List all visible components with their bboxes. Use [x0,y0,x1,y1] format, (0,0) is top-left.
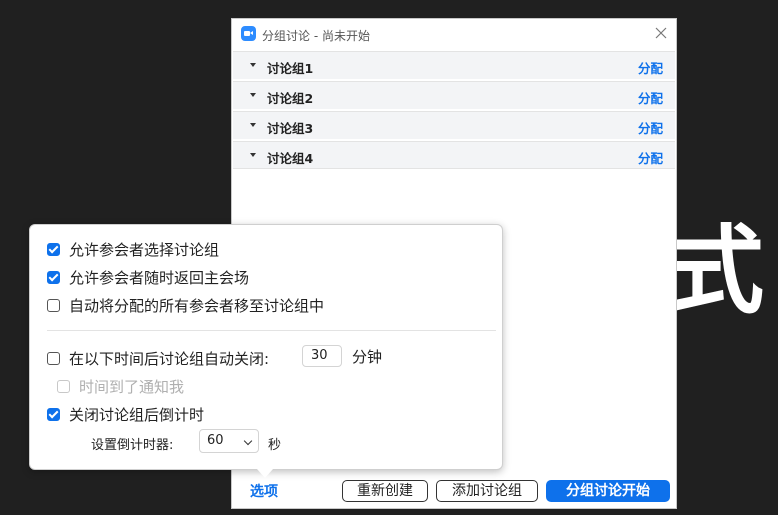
background-video-text: 式 [668,215,764,327]
recreate-button[interactable]: 重新创建 [342,480,428,502]
assign-link[interactable]: 分配 [638,88,663,107]
option-label: 允许参会者选择讨论组 [69,241,220,259]
close-minutes-input[interactable]: 30 [302,345,342,367]
assign-link[interactable]: 分配 [638,118,663,137]
checkbox-checked[interactable] [47,408,60,421]
assign-link[interactable]: 分配 [638,58,663,77]
caret-down-icon[interactable] [250,63,256,67]
group-name: 讨论组1 [267,61,314,76]
options-popup: 允许参会者选择讨论组 允许参会者随时返回主会场 自动将分配的所有参会者移至讨论组… [29,224,503,470]
chevron-down-icon [243,436,253,446]
assign-link[interactable]: 分配 [638,148,663,167]
caret-down-icon[interactable] [250,153,256,157]
divider [47,330,496,331]
close-icon[interactable] [654,26,668,40]
group-name: 讨论组4 [267,151,314,166]
timer-label: 设置倒计时器: [91,438,174,453]
timer-select[interactable]: 60 [199,429,259,453]
auto-close-option[interactable]: 在以下时间后讨论组自动关闭: [47,348,269,369]
title-bar: 分组讨论 - 尚未开始 [232,19,676,50]
seconds-unit: 秒 [268,438,282,453]
checkbox[interactable] [47,352,60,365]
group-row-4[interactable]: 讨论组4 分配 [233,141,675,169]
group-row-3[interactable]: 讨论组3 分配 [233,111,675,139]
option-label: 允许参会者随时返回主会场 [69,269,250,287]
option-label: 关闭讨论组后倒计时 [69,406,205,424]
timer-value: 60 [207,433,224,448]
checkbox[interactable] [47,299,60,312]
notify-option[interactable]: 时间到了通知我 [57,376,184,397]
group-row-1[interactable]: 讨论组1 分配 [233,51,675,79]
start-breakout-button[interactable]: 分组讨论开始 [546,480,670,502]
option-label: 自动将分配的所有参会者移至讨论组中 [69,297,325,315]
zoom-camera-icon [241,26,256,41]
group-row-2[interactable]: 讨论组2 分配 [233,81,675,109]
allow-return-option[interactable]: 允许参会者随时返回主会场 [47,267,249,288]
caret-down-icon[interactable] [250,123,256,127]
checkbox-checked[interactable] [47,243,60,256]
checkbox-checked[interactable] [47,271,60,284]
minutes-unit: 分钟 [352,348,383,366]
popup-pointer [257,469,273,478]
allow-choose-option[interactable]: 允许参会者选择讨论组 [47,239,219,260]
checkbox-disabled[interactable] [57,380,70,393]
group-name: 讨论组3 [267,121,314,136]
option-label: 在以下时间后讨论组自动关闭: [69,350,270,368]
auto-move-option[interactable]: 自动将分配的所有参会者移至讨论组中 [47,295,324,316]
countdown-option[interactable]: 关闭讨论组后倒计时 [47,404,204,425]
option-label: 时间到了通知我 [79,378,185,396]
add-group-button[interactable]: 添加讨论组 [436,480,538,502]
group-name: 讨论组2 [267,91,314,106]
options-link[interactable]: 选项 [250,481,278,501]
caret-down-icon[interactable] [250,93,256,97]
window-title: 分组讨论 - 尚未开始 [262,29,370,43]
